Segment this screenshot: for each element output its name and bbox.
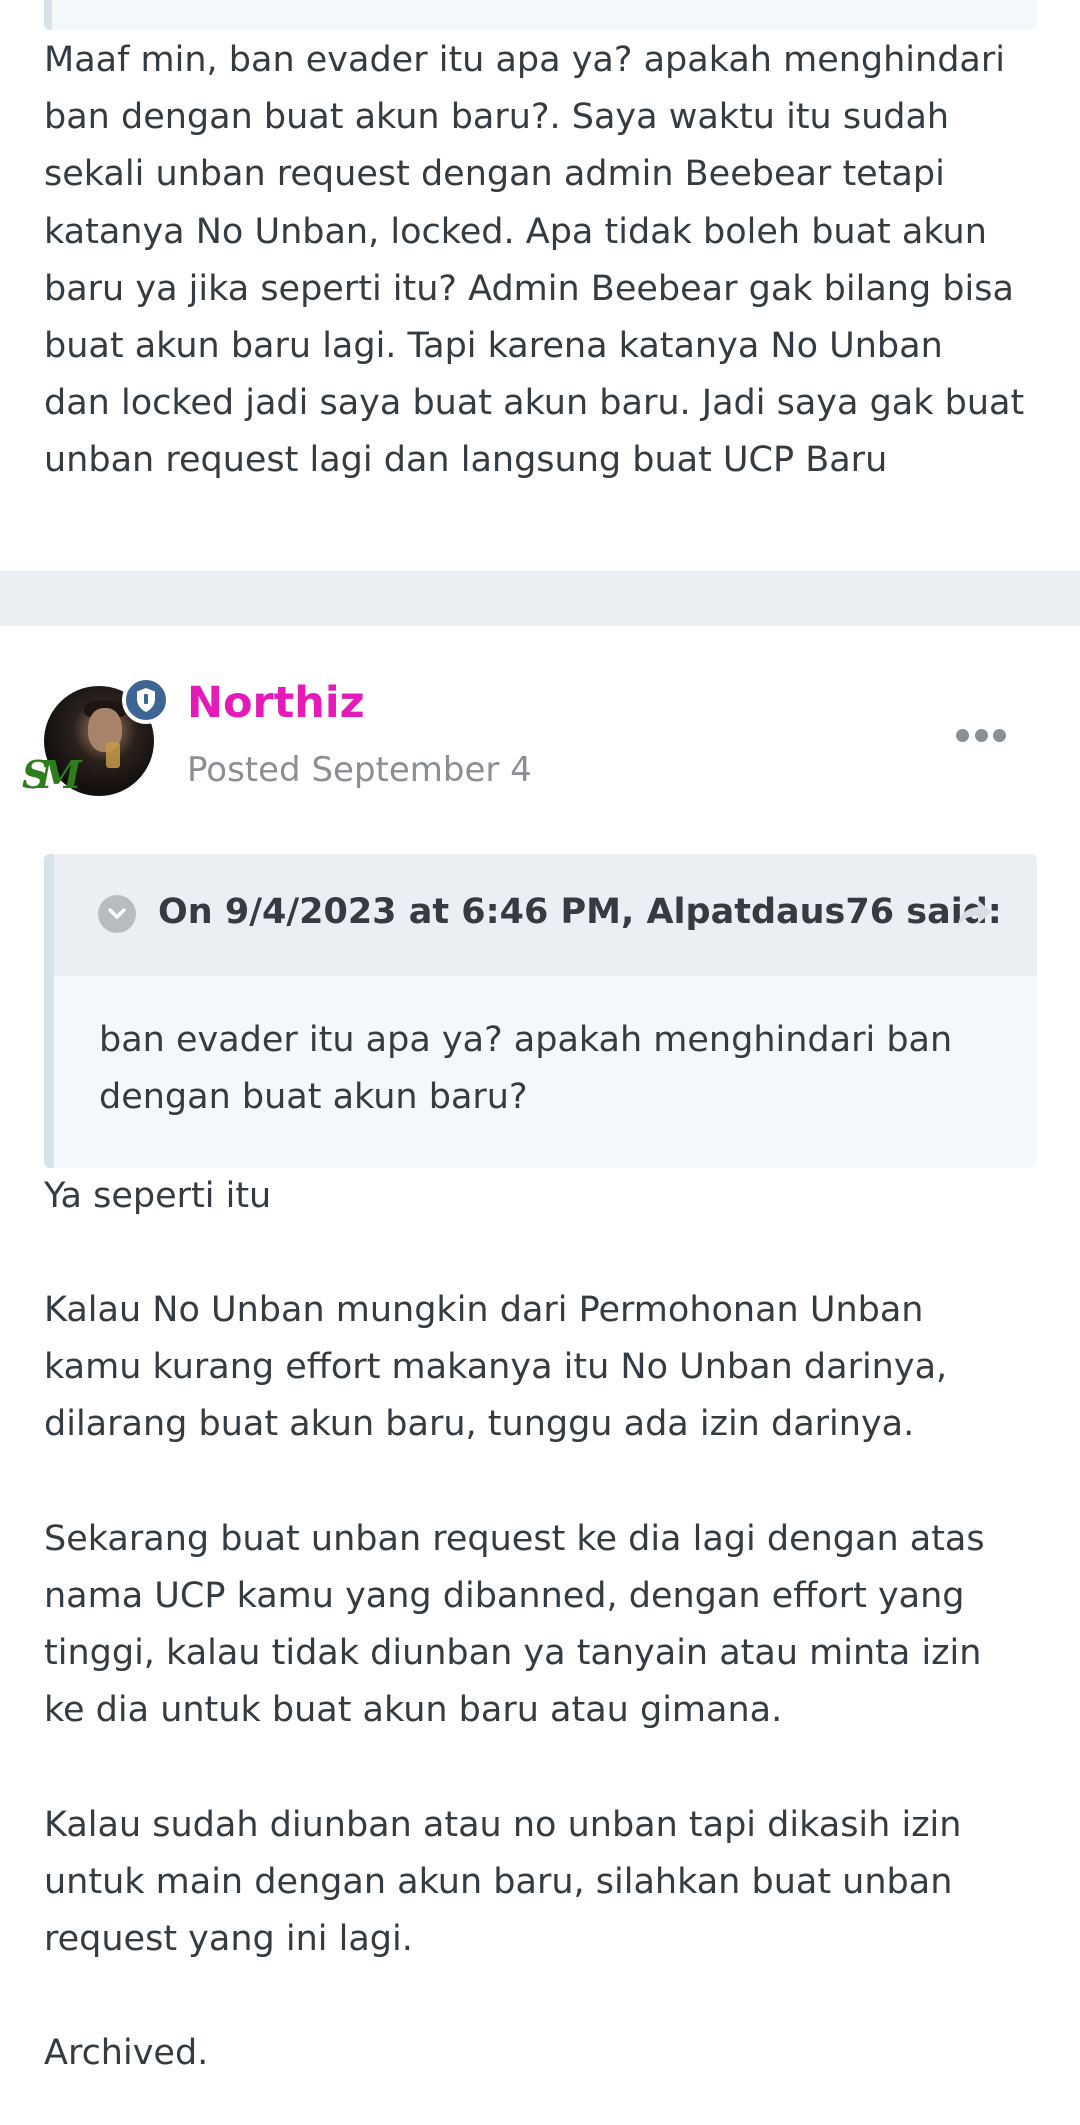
previous-post-line: unban request lagi dan langsung buat UCP… xyxy=(44,440,888,481)
post-separator xyxy=(0,571,1080,626)
author-name[interactable]: Northiz xyxy=(187,678,365,728)
share-arrow-icon[interactable] xyxy=(954,896,994,932)
quote-content: ban evader itu apa ya? apakah menghindar… xyxy=(99,1012,999,1126)
quote-line: ban evader itu apa ya? apakah menghindar… xyxy=(99,1020,953,1060)
author-avatar-wrap[interactable]: SM xyxy=(22,676,170,797)
quote-block-remnant xyxy=(44,0,1037,30)
previous-post-line: ban dengan buat akun baru?. Saya waktu i… xyxy=(44,97,950,138)
reply-line: Archived. xyxy=(44,2033,209,2073)
reply-paragraph-1: Ya seperti itu xyxy=(44,1168,1044,1225)
previous-post-line: sekali unban request dengan admin Beebea… xyxy=(44,154,945,195)
shield-icon xyxy=(122,676,170,724)
reply-paragraph-4: Kalau sudah diunban atau no unban tapi d… xyxy=(44,1797,1044,1968)
reply-line: Sekarang buat unban request ke dia lagi … xyxy=(44,1519,985,1559)
reply-line: ke dia untuk buat akun baru atau gimana. xyxy=(44,1690,783,1730)
previous-post-line: dan locked jadi saya buat akun baru. Jad… xyxy=(44,383,1025,424)
reply-line: dilarang buat akun baru, tunggu ada izin… xyxy=(44,1404,915,1444)
reply-line: Kalau sudah diunban atau no unban tapi d… xyxy=(44,1805,962,1845)
rank-mark: SM xyxy=(22,752,82,797)
dot xyxy=(956,728,969,742)
quote-line: dengan buat akun baru? xyxy=(99,1077,528,1117)
previous-post-line: katanya No Unban, locked. Apa tidak bole… xyxy=(44,211,987,252)
reply-paragraph-5: Archived. xyxy=(44,2025,1044,2082)
reply-line: Kalau No Unban mungkin dari Permohonan U… xyxy=(44,1290,924,1330)
reply-line: untuk main dengan akun baru, silahkan bu… xyxy=(44,1862,953,1902)
quote-header: On 9/4/2023 at 6:46 PM, Alpatdaus76 said… xyxy=(54,854,1037,976)
chevron-down-icon[interactable] xyxy=(98,895,136,933)
reply-line: kamu kurang effort makanya itu No Unban … xyxy=(44,1347,948,1387)
previous-post-line: Maaf min, ban evader itu apa ya? apakah … xyxy=(44,40,1005,80)
previous-post: Maaf min, ban evader itu apa ya? apakah … xyxy=(0,0,1080,571)
quote-citation[interactable]: On 9/4/2023 at 6:46 PM, Alpatdaus76 said… xyxy=(158,892,1002,932)
reply-line: tinggi, kalau tidak diunban ya tanyain a… xyxy=(44,1633,982,1673)
previous-post-line: buat akun baru lagi. Tapi karena katanya… xyxy=(44,326,943,367)
previous-post-content: Maaf min, ban evader itu apa ya? apakah … xyxy=(44,32,1044,490)
reply-line: Ya seperti itu xyxy=(44,1176,272,1216)
dot xyxy=(974,728,988,742)
ellipsis-icon[interactable] xyxy=(956,722,1006,748)
avatar-glass xyxy=(106,742,120,768)
dot xyxy=(993,728,1006,742)
reply-line: nama UCP kamu yang dibanned, dengan effo… xyxy=(44,1576,965,1616)
reply-paragraph-2: Kalau No Unban mungkin dari Permohonan U… xyxy=(44,1282,1044,1453)
previous-post-line: baru ya jika seperti itu? Admin Beebear … xyxy=(44,268,1014,309)
post-date: Posted September 4 xyxy=(187,750,532,790)
reply-line: request yang ini lagi. xyxy=(44,1919,413,1959)
quote-block: On 9/4/2023 at 6:46 PM, Alpatdaus76 said… xyxy=(44,854,1037,1168)
reply-paragraph-3: Sekarang buat unban request ke dia lagi … xyxy=(44,1511,1044,1739)
